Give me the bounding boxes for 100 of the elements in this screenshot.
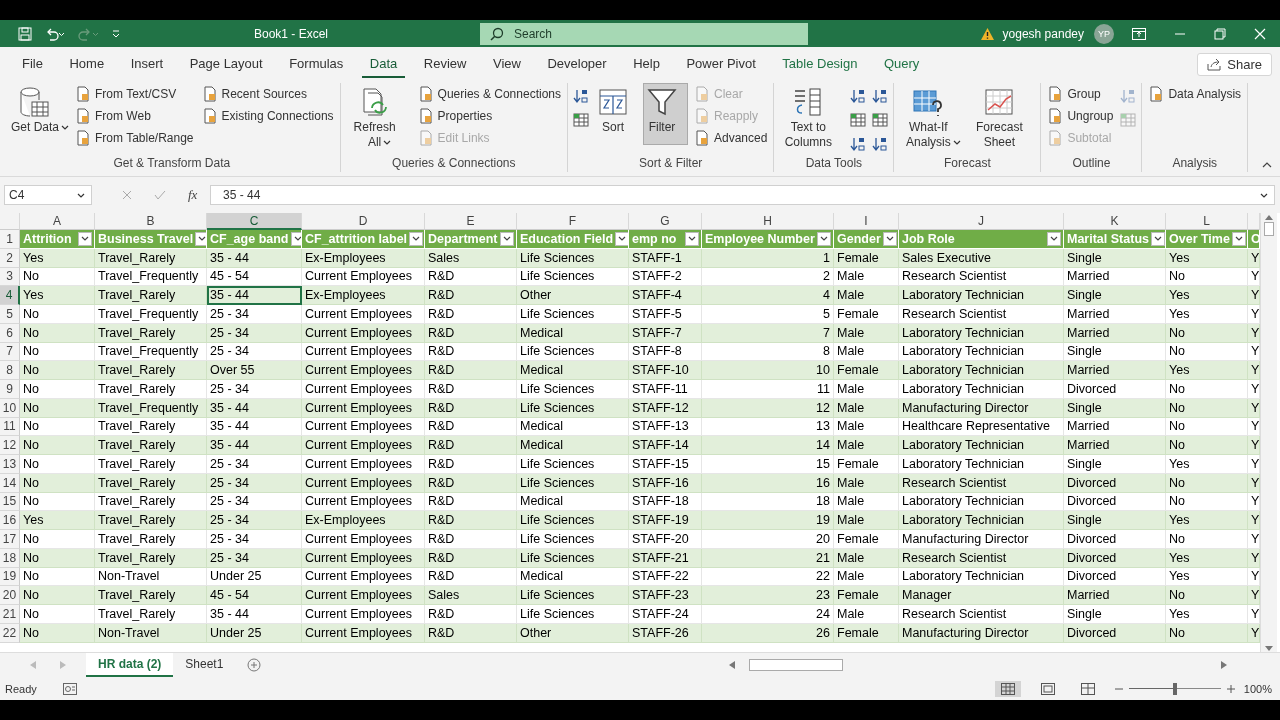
row-number[interactable]: 17 xyxy=(0,530,20,549)
tool-button[interactable] xyxy=(849,135,868,153)
menu-tab[interactable]: Insert xyxy=(122,50,172,78)
sheet-tab[interactable]: HR data (2) xyxy=(86,653,174,677)
ribbon-button[interactable]: Forecast Sheet xyxy=(969,83,1037,153)
table-cell: STAFF-5 xyxy=(629,305,702,324)
column-heading[interactable]: H xyxy=(702,213,834,230)
column-heading[interactable]: A xyxy=(20,213,95,230)
menu-tab[interactable]: Review xyxy=(415,50,475,78)
menu-tab[interactable]: Query xyxy=(875,50,928,78)
ribbon-button[interactable]: Filter xyxy=(643,83,688,145)
menu-tab[interactable]: Data xyxy=(361,50,406,78)
ribbon-button[interactable]: Text to Columns xyxy=(778,83,846,153)
insert-function-button[interactable]: fx xyxy=(188,187,198,203)
filter-button[interactable] xyxy=(409,231,424,246)
tool-button[interactable] xyxy=(871,135,890,153)
filter-button[interactable] xyxy=(1150,231,1165,246)
ribbon-button[interactable]: Existing Connections xyxy=(199,105,336,126)
filter-button[interactable] xyxy=(500,231,514,246)
ribbon-button[interactable]: Ungroup xyxy=(1045,105,1116,126)
sheet-tab[interactable]: Sheet1 xyxy=(173,653,236,677)
tool-button[interactable] xyxy=(871,111,890,129)
ribbon-button[interactable]: Advanced xyxy=(692,127,770,148)
row-number[interactable]: 9 xyxy=(0,380,20,399)
ribbon-button[interactable]: Properties xyxy=(415,105,563,126)
scroll-left-icon[interactable] xyxy=(729,661,736,669)
tool-button[interactable] xyxy=(572,87,590,105)
filter-button[interactable] xyxy=(615,231,628,246)
share-button[interactable]: Share xyxy=(1197,52,1272,76)
restore-icon[interactable] xyxy=(1214,27,1226,40)
add-sheet-icon[interactable] xyxy=(247,658,262,672)
ribbon-button[interactable]: Refresh All xyxy=(344,83,412,153)
close-icon[interactable] xyxy=(1254,27,1266,40)
menu-tab[interactable]: Page Layout xyxy=(181,50,271,78)
collapse-ribbon-icon[interactable] xyxy=(1262,162,1272,168)
filter-button[interactable] xyxy=(685,231,699,246)
ribbon-button[interactable]: Queries & Connections xyxy=(415,83,563,104)
menu-tab[interactable]: Help xyxy=(625,50,668,78)
ribbon-button[interactable]: Data Analysis xyxy=(1146,83,1244,104)
menu-tab[interactable]: Power Pivot xyxy=(678,50,764,78)
menu-tab[interactable]: Developer xyxy=(539,50,615,78)
ribbon-button[interactable]: Sort xyxy=(594,83,639,145)
menu-tab[interactable]: Home xyxy=(61,50,113,78)
column-heading[interactable]: E xyxy=(425,213,517,230)
tool-button[interactable] xyxy=(849,87,868,105)
column-heading[interactable]: B xyxy=(95,213,207,230)
row-number[interactable]: 12 xyxy=(0,436,20,455)
caret-icon xyxy=(293,235,301,243)
table-cell: 25 - 34 xyxy=(207,511,302,530)
ribbon-button[interactable]: From Table/Range xyxy=(73,127,196,148)
row-number[interactable]: 4 xyxy=(0,286,20,305)
filter-button[interactable] xyxy=(195,231,206,246)
column-heading[interactable]: D xyxy=(302,213,425,230)
row-number[interactable]: 8 xyxy=(0,361,20,380)
caret-icon xyxy=(198,235,206,243)
tool-button[interactable] xyxy=(871,87,890,105)
scrollbar-thumb[interactable] xyxy=(1264,222,1274,236)
filter-button[interactable] xyxy=(78,231,92,246)
menu-tab[interactable]: View xyxy=(484,50,529,78)
view-button[interactable] xyxy=(995,680,1021,697)
column-heading[interactable]: G xyxy=(629,213,702,230)
column-heading[interactable]: C xyxy=(207,213,302,230)
filter-button[interactable] xyxy=(1231,231,1246,246)
column-heading[interactable]: J xyxy=(899,213,1064,230)
ribbon-button[interactable]: Group xyxy=(1045,83,1116,104)
filter-button[interactable] xyxy=(1047,231,1061,246)
filter-button[interactable] xyxy=(817,231,831,246)
row-number[interactable]: 1 xyxy=(0,230,20,249)
row-number[interactable]: 21 xyxy=(0,605,20,624)
user-name[interactable]: yogesh pandey xyxy=(1002,26,1084,41)
column-heading[interactable]: F xyxy=(517,213,629,230)
formula-field[interactable]: 35 - 44 xyxy=(210,185,1275,205)
column-heading[interactable]: I xyxy=(834,213,899,230)
column-heading[interactable]: L xyxy=(1166,213,1248,230)
menu-tab[interactable]: Table Design xyxy=(774,50,866,78)
slider-thumb[interactable] xyxy=(1173,682,1177,695)
tool-button[interactable] xyxy=(849,111,868,129)
row-number[interactable]: 5 xyxy=(0,305,20,324)
ribbon-button[interactable]: From Web xyxy=(73,105,196,126)
scrollbar-thumb[interactable] xyxy=(749,659,844,671)
ribbon-button[interactable]: Recent Sources xyxy=(199,83,336,104)
filter-button[interactable] xyxy=(882,231,897,246)
checkmark-icon[interactable] xyxy=(154,190,166,200)
ribbon-button[interactable]: Get Data xyxy=(8,83,70,145)
column-heading[interactable]: K xyxy=(1064,213,1166,230)
search-field[interactable]: Search xyxy=(480,22,808,45)
row-number[interactable]: 20 xyxy=(0,586,20,605)
menu-tab[interactable]: Formulas xyxy=(281,50,352,78)
row-number[interactable]: 16 xyxy=(0,511,20,530)
macro-recording-icon[interactable] xyxy=(62,682,77,695)
ribbon-button[interactable]: From Text/CSV xyxy=(73,83,196,104)
zoom-in-icon[interactable] xyxy=(1227,684,1235,693)
ribbon-display-icon[interactable] xyxy=(1132,27,1146,40)
row-number[interactable]: 13 xyxy=(0,455,20,474)
name-box[interactable]: C4 xyxy=(4,185,92,205)
scroll-right-icon[interactable] xyxy=(1221,661,1228,669)
zoom-level[interactable]: 100% xyxy=(1242,682,1272,695)
ribbon-button[interactable]: What-If Analysis xyxy=(898,83,966,153)
menu-tab[interactable]: File xyxy=(14,50,51,78)
tool-button[interactable] xyxy=(572,111,590,129)
